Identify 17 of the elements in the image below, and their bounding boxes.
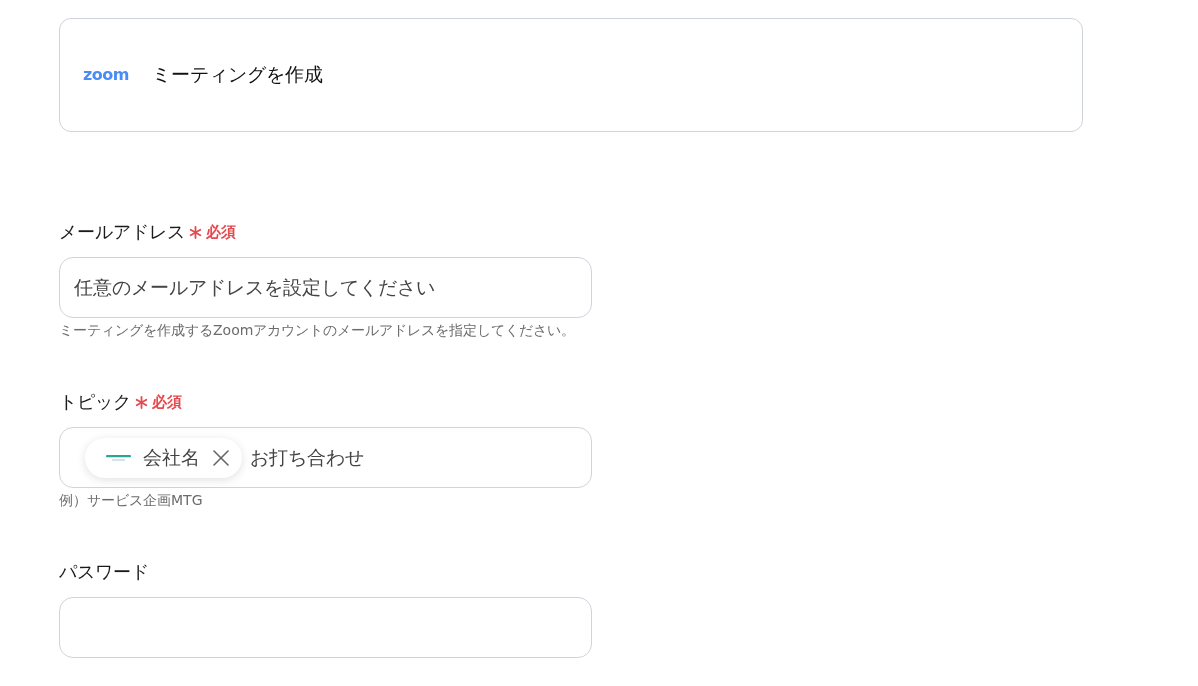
text-input-field[interactable]: 任意のメールアドレスを設定してください: [59, 257, 592, 318]
logo-wordmark: zoom: [83, 67, 129, 83]
field-label: トピック: [59, 390, 131, 414]
topic-text: お打ち合わせ: [250, 444, 364, 470]
help-text: ミーティングを作成するZoomアカウントのメールアドレスを指定してください。: [59, 322, 577, 340]
field-label: パスワード: [59, 560, 149, 584]
app-logo-icon: [106, 453, 131, 462]
help-text: 例）サービス企画MTG: [59, 492, 204, 510]
required-label: 必須: [206, 222, 236, 242]
required-label: 必須: [152, 392, 182, 412]
action-title: ミーティングを作成: [151, 62, 323, 87]
token-input-field[interactable]: 会社名 お打ち合わせ: [59, 427, 592, 488]
chip-label: 会社名: [143, 444, 200, 470]
field-label: メールアドレス: [59, 220, 185, 244]
text-input-field[interactable]: [59, 597, 592, 658]
variable-chip[interactable]: 会社名: [85, 437, 242, 478]
close-icon[interactable]: [212, 448, 230, 467]
